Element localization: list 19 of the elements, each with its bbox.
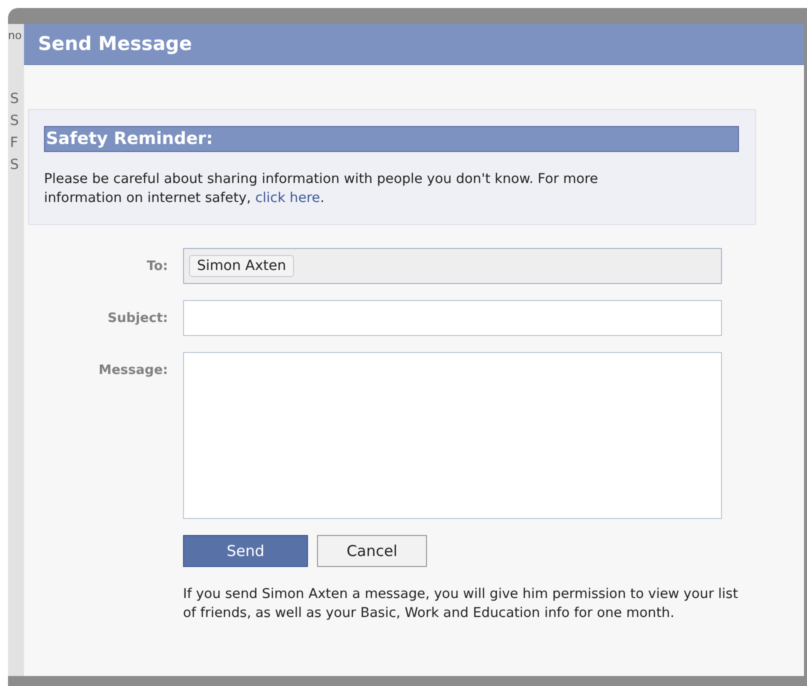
message-label: Message: <box>98 362 168 380</box>
background-text: S <box>9 112 20 131</box>
safety-title: Safety Reminder: <box>44 126 739 152</box>
recipient-token[interactable]: Simon Axten <box>189 255 294 277</box>
background-text: S <box>9 156 20 175</box>
send-button[interactable]: Send <box>183 535 308 567</box>
message-field[interactable] <box>183 352 722 519</box>
dialog-title: Send Message <box>38 33 192 55</box>
permission-notice: If you send Simon Axten a message, you will give him permission to view your list of friends, as well as your Basic, Work and Education info for one month. <box>183 585 739 623</box>
to-field[interactable]: Simon Axten <box>183 248 722 284</box>
background-text: no <box>8 28 23 44</box>
cancel-button[interactable]: Cancel <box>317 535 427 567</box>
safety-text: Please be careful about sharing information with people you don't know. For more information on internet safety, click here. <box>44 170 600 208</box>
to-label: To: <box>146 258 168 276</box>
subject-field[interactable] <box>183 300 722 336</box>
background-text: F <box>9 134 20 153</box>
background-text: S <box>9 90 20 109</box>
subject-label: Subject: <box>106 310 168 328</box>
click-here-link[interactable]: click here <box>255 190 320 206</box>
